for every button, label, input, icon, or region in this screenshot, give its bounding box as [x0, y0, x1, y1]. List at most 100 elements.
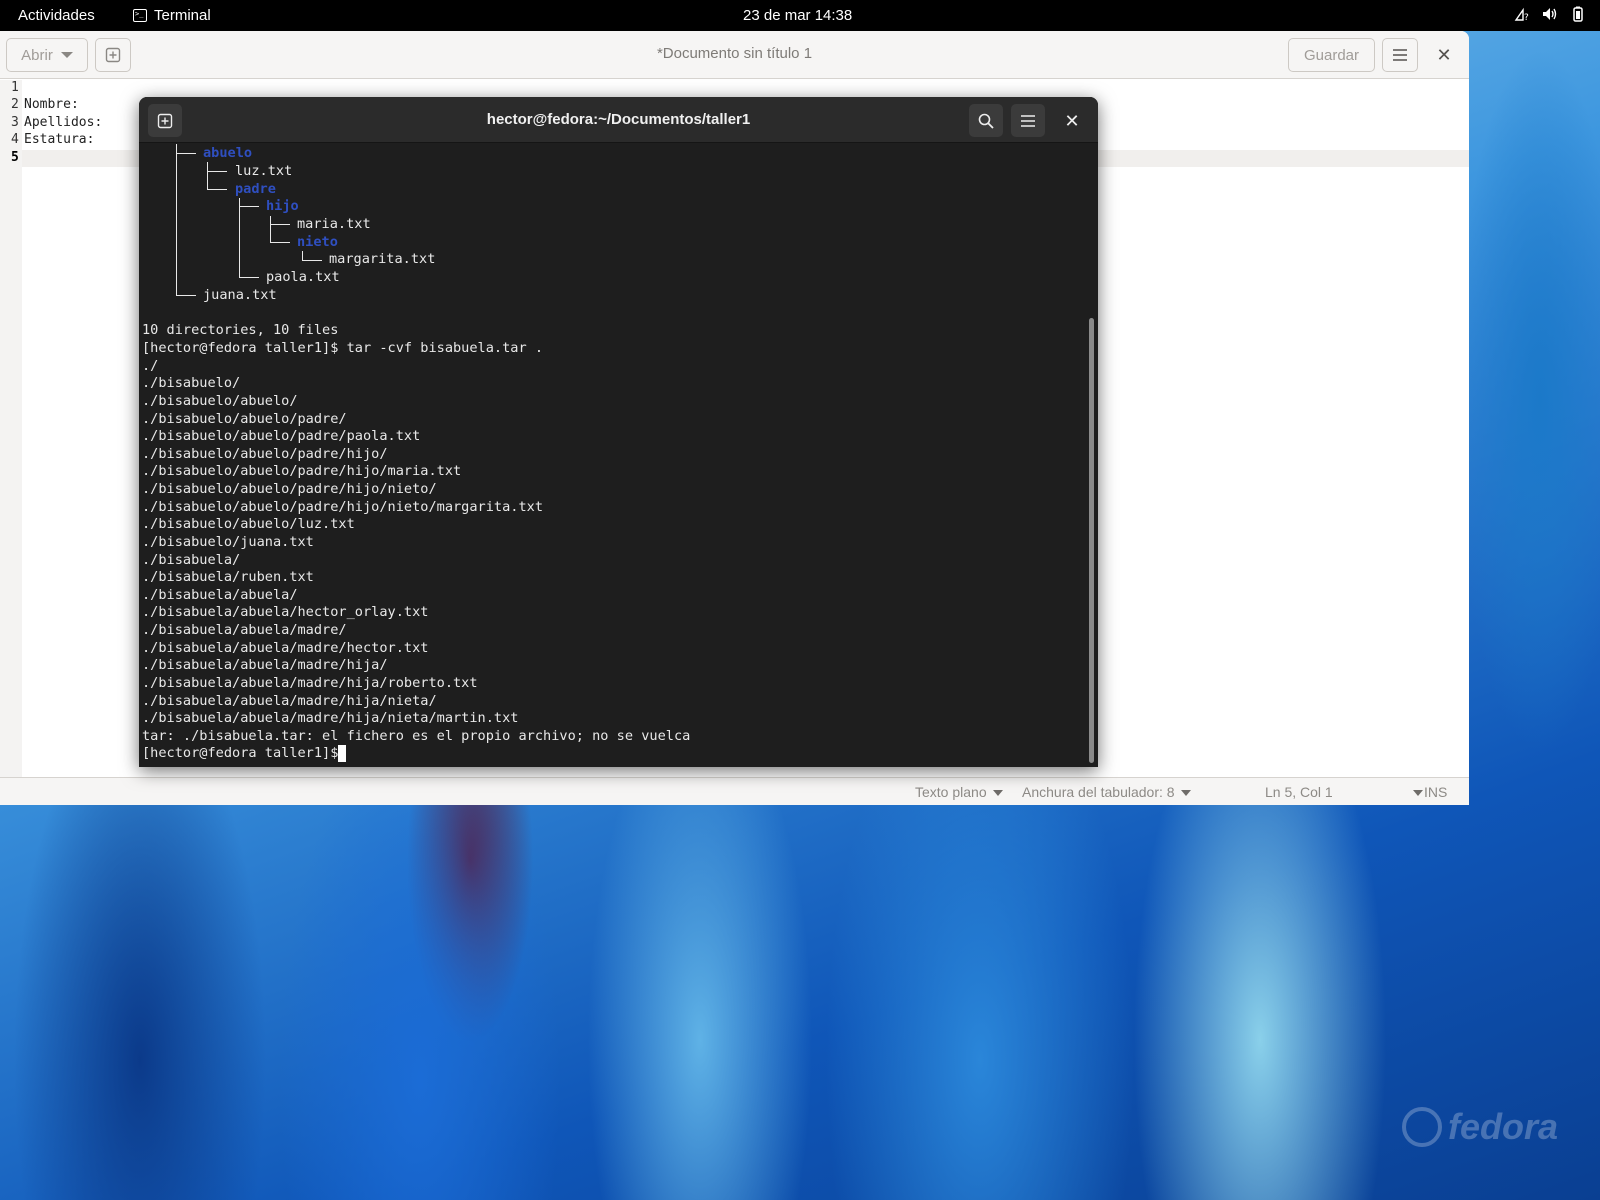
- svg-text:?: ?: [1524, 13, 1529, 22]
- terminal-line: ./: [142, 358, 159, 374]
- tab-width-selector[interactable]: Anchura del tabulador: 8: [1022, 784, 1191, 800]
- tree-file: juana.txt: [203, 287, 277, 303]
- new-document-button[interactable]: [95, 38, 131, 72]
- terminal-line: ./bisabuela/abuela/madre/hector.txt: [142, 640, 429, 656]
- terminal-line: [hector@fedora taller1]$ tar -cvf bisabu…: [142, 340, 544, 356]
- tree-connector: [176, 295, 196, 296]
- terminal-line: tar: ./bisabuela.tar: el fichero es el p…: [142, 728, 691, 744]
- close-icon[interactable]: ✕: [1432, 43, 1456, 67]
- editor-statusbar: Texto plano Anchura del tabulador: 8 Ln …: [0, 777, 1469, 805]
- terminal-line: ./bisabuela/abuela/madre/: [142, 622, 347, 638]
- line-number: 2: [11, 97, 19, 112]
- tree-connector: [239, 198, 240, 278]
- terminal-scrollbar[interactable]: [1085, 144, 1098, 767]
- hamburger-menu-icon: [1393, 49, 1407, 61]
- editor-headerbar: Abrir *Documento sin título 1 Guardar ✕: [0, 31, 1469, 79]
- line-number: 3: [11, 115, 19, 130]
- terminal-line: ./bisabuelo/juana.txt: [142, 534, 314, 550]
- insert-mode-indicator[interactable]: INS: [1424, 784, 1447, 800]
- tree-connector: [207, 171, 227, 172]
- chevron-down-icon: [1412, 790, 1423, 797]
- terminal-line: ./bisabuela/: [142, 552, 241, 568]
- hamburger-menu-icon: [1021, 114, 1035, 127]
- terminal-output[interactable]: abuelo luz.txt padre hijo maria.txt niet…: [139, 144, 1085, 767]
- terminal-line: ./bisabuelo/abuelo/luz.txt: [142, 516, 355, 532]
- fedora-logo-icon: [1402, 1107, 1442, 1147]
- tree-connector: [207, 189, 227, 190]
- terminal-line: ./bisabuelo/abuelo/: [142, 393, 298, 409]
- terminal-line: ./bisabuela/abuela/madre/hija/nieta/: [142, 693, 437, 709]
- document-title: *Documento sin título 1: [656, 45, 813, 62]
- terminal-title: hector@fedora:~/Documentos/taller1: [486, 111, 751, 128]
- terminal-line: ./bisabuela/abuela/: [142, 587, 298, 603]
- terminal-window: hector@fedora:~/Documentos/taller1 ✕ abu…: [139, 97, 1098, 767]
- line-number: 5: [11, 150, 19, 165]
- line-number-gutter: [0, 80, 22, 777]
- tree-connector: [239, 277, 259, 278]
- terminal-line: ./bisabuelo/abuelo/padre/paola.txt: [142, 428, 421, 444]
- tree-connector: [302, 260, 322, 261]
- fedora-logo-text: fedora: [1448, 1106, 1559, 1147]
- line-number: 1: [11, 80, 19, 95]
- app-menu-label: Terminal: [154, 7, 211, 24]
- search-icon: [978, 113, 994, 129]
- document-line: Nombre:: [24, 97, 79, 112]
- volume-icon: [1543, 8, 1557, 20]
- clock[interactable]: 23 de mar 14:38: [743, 7, 852, 24]
- language-label: Texto plano: [915, 784, 987, 800]
- scrollbar-thumb[interactable]: [1089, 318, 1094, 763]
- system-tray[interactable]: ?: [1514, 6, 1586, 22]
- terminal-line: ./bisabuela/ruben.txt: [142, 569, 314, 585]
- language-selector[interactable]: Texto plano: [915, 784, 1003, 800]
- main-menu-button[interactable]: [1382, 38, 1418, 72]
- document-line: Apellidos:: [24, 115, 103, 130]
- open-button[interactable]: Abrir: [6, 38, 88, 72]
- tree-directory: padre: [235, 181, 276, 197]
- terminal-line: ./bisabuelo/abuelo/padre/: [142, 411, 347, 427]
- tree-directory: nieto: [297, 234, 338, 250]
- new-tab-icon: [157, 113, 173, 128]
- document-line: Estatura:: [24, 132, 95, 147]
- terminal-line: 10 directories, 10 files: [142, 322, 339, 338]
- save-button[interactable]: Guardar: [1288, 38, 1375, 72]
- cursor-position-label: Ln 5, Col 1: [1265, 784, 1333, 800]
- search-button[interactable]: [969, 104, 1003, 137]
- tree-connector: [239, 206, 259, 207]
- terminal-line: ./bisabuelo/abuelo/padre/hijo/nieto/marg…: [142, 499, 544, 515]
- terminal-line: ./bisabuela/abuela/hector_orlay.txt: [142, 604, 429, 620]
- close-icon[interactable]: ✕: [1060, 109, 1084, 133]
- tree-file: maria.txt: [297, 216, 371, 232]
- top-bar: Actividades >_ Terminal 23 de mar 14:38 …: [0, 0, 1600, 31]
- tree-file: paola.txt: [266, 269, 340, 285]
- terminal-line: ./bisabuela/abuela/madre/hija/roberto.tx…: [142, 675, 478, 691]
- new-tab-icon: [105, 47, 121, 63]
- terminal-menu-button[interactable]: [1011, 104, 1045, 137]
- terminal-line: ./bisabuela/abuela/madre/hija/: [142, 657, 388, 673]
- chevron-down-icon: [1180, 790, 1191, 797]
- tab-width-label: Anchura del tabulador: 8: [1022, 784, 1175, 800]
- terminal-line: ./bisabuelo/abuelo/padre/hijo/nieto/: [142, 481, 437, 497]
- tree-connector: [270, 224, 290, 225]
- network-icon: ?: [1514, 7, 1529, 22]
- chevron-down-icon: [60, 52, 73, 58]
- terminal-icon: >_: [133, 9, 147, 22]
- app-menu[interactable]: >_ Terminal: [133, 7, 211, 24]
- terminal-line: ./bisabuelo/: [142, 375, 241, 391]
- new-tab-button[interactable]: [148, 104, 182, 137]
- terminal-prompt: [hector@fedora taller1]$: [142, 745, 347, 761]
- tree-connector: [176, 153, 196, 154]
- open-button-label: Abrir: [21, 46, 53, 64]
- activities-button[interactable]: Actividades: [18, 7, 95, 24]
- tree-directory: abuelo: [203, 145, 253, 161]
- tree-file: luz.txt: [235, 163, 293, 179]
- terminal-line: ./bisabuelo/abuelo/padre/hijo/maria.txt: [142, 463, 462, 479]
- tree-connector: [270, 242, 290, 243]
- battery-icon: [1573, 6, 1583, 22]
- chevron-down-icon: [992, 790, 1003, 797]
- line-number: 4: [11, 132, 19, 147]
- tree-file: margarita.txt: [329, 251, 436, 267]
- terminal-headerbar: hector@fedora:~/Documentos/taller1 ✕: [139, 97, 1098, 143]
- fedora-watermark: fedora: [1402, 1106, 1558, 1148]
- cursor-position-selector[interactable]: Ln 5, Col 1: [1265, 784, 1423, 800]
- tree-directory: hijo: [266, 198, 299, 214]
